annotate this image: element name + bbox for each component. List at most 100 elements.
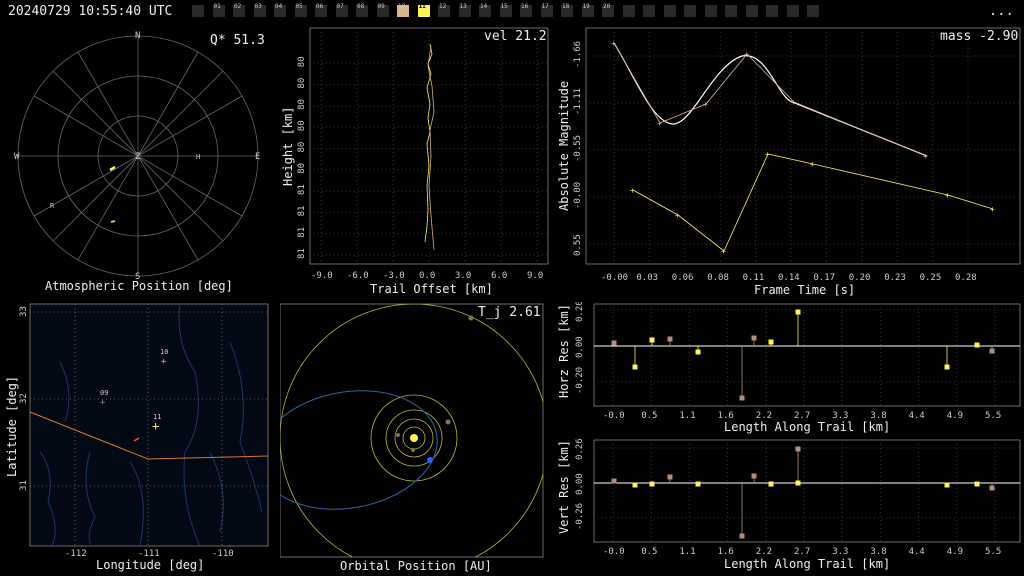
x-tick: 1.6 — [718, 547, 734, 557]
x-tick: 0.11 — [743, 273, 765, 283]
residual-point — [649, 481, 655, 487]
y-tick: 81 — [297, 184, 307, 195]
frame-button[interactable] — [704, 5, 717, 17]
horz-xlabel: Length Along Trail [km] — [724, 420, 890, 434]
velocity-label: vel 21.2 — [484, 29, 547, 44]
frame-button[interactable] — [807, 5, 819, 17]
frame-button[interactable]: 04 — [274, 3, 286, 17]
frame-button[interactable]: 03 — [253, 3, 266, 17]
dir-w: W — [14, 152, 20, 162]
orbit-panel: T_j 2.61 Orbital Position [AU] — [280, 303, 544, 573]
x-tick: 0.25 — [920, 273, 942, 283]
frame-button[interactable]: 19 — [581, 3, 594, 17]
frame-label: 14 — [480, 3, 488, 10]
y-tick: -0.20 — [575, 367, 585, 394]
planet-icon — [468, 315, 474, 321]
y-tick: -1.11 — [573, 88, 583, 115]
menu-button[interactable]: ... — [989, 3, 1014, 19]
frame-button[interactable] — [663, 5, 676, 17]
residual-point — [611, 340, 617, 346]
frame-button[interactable]: 18 — [561, 3, 573, 17]
x-tick: 9.0 — [527, 271, 543, 281]
x-tick: -3.0 — [383, 271, 405, 281]
frame-button[interactable]: 08 — [356, 3, 368, 17]
frame-button[interactable]: 20 — [602, 3, 614, 17]
frame-button[interactable]: 10 — [397, 3, 409, 17]
frame-button[interactable] — [643, 5, 655, 17]
frame-button[interactable]: 17 — [540, 3, 553, 17]
frame-button[interactable]: 02 — [233, 3, 245, 17]
frame-label: 11 — [418, 3, 426, 10]
y-tick: 31 — [19, 480, 29, 491]
x-tick: 2.2 — [756, 547, 772, 557]
frame-button[interactable] — [766, 5, 778, 17]
residual-point — [974, 481, 980, 487]
x-tick: 0.03 — [636, 273, 658, 283]
frame-button[interactable]: 16 — [520, 3, 532, 17]
map-ylabel: Latitude [deg] — [5, 376, 19, 477]
frame-label: 13 — [459, 3, 467, 10]
station-marker: + — [161, 357, 167, 367]
frame-button[interactable] — [622, 5, 635, 17]
frame-button[interactable] — [725, 5, 737, 17]
frame-button[interactable]: 14 — [479, 3, 491, 17]
y-tick: -1.66 — [573, 41, 583, 68]
frame-button[interactable]: 01 — [212, 3, 225, 17]
height-ylabel: Height [km] — [281, 107, 295, 186]
x-tick: 4.9 — [947, 547, 963, 557]
residual-point — [695, 349, 701, 355]
residual-point — [768, 481, 774, 487]
dir-e: E — [255, 152, 260, 162]
residual-point — [667, 336, 673, 342]
x-tick: 4.4 — [909, 411, 925, 421]
frame-label: 01 — [213, 3, 221, 10]
y-tick: 0.20 — [575, 302, 585, 322]
frame-label: 05 — [295, 3, 303, 10]
x-tick: 0.23 — [884, 273, 906, 283]
data-point: + — [611, 39, 616, 48]
y-tick: 81 — [297, 206, 307, 217]
x-tick: 0.14 — [778, 273, 800, 283]
frame-button[interactable]: 06 — [315, 3, 327, 17]
y-tick: 0.26 — [575, 438, 585, 460]
y-tick: 80 — [297, 163, 307, 174]
residual-point — [632, 364, 638, 370]
frame-button[interactable]: 15 — [499, 3, 512, 17]
x-tick: 0.17 — [813, 273, 835, 283]
frame-label: 09 — [377, 3, 385, 10]
magnitude-series — [613, 42, 927, 157]
frame-button[interactable] — [745, 5, 758, 17]
frame-button[interactable] — [684, 5, 696, 17]
planet-icon — [445, 419, 451, 425]
light-xlabel: Frame Time [s] — [754, 283, 855, 297]
tisserand-label: T_j 2.61 — [478, 305, 541, 320]
frame-button[interactable] — [786, 5, 799, 17]
planet-icon — [411, 448, 415, 452]
frame-label: 10 — [398, 3, 406, 10]
map-panel: 10 + 09 + 11 + -112 -111 -110333231 Longit… — [5, 303, 269, 572]
x-tick: -6.0 — [347, 271, 369, 281]
y-tick: 80 — [297, 120, 307, 131]
y-tick: 0.55 — [573, 234, 583, 256]
frame-button[interactable] — [192, 5, 204, 17]
lightcurve-panel: -0.00 0.03 0.06 0.08 0.11 0.14 0.17 0.20 0.23 0.2… — [557, 27, 1021, 297]
residual-point — [768, 339, 774, 345]
frame-label: 20 — [603, 3, 611, 10]
y-tick: -0.00 — [573, 182, 583, 209]
y-tick: 81 — [297, 248, 307, 259]
frame-button[interactable]: 05 — [294, 3, 307, 17]
x-tick: 0.5 — [641, 411, 657, 421]
residual-point — [667, 474, 673, 480]
frame-button[interactable]: 13 — [458, 3, 471, 17]
frame-button[interactable]: 09 — [376, 3, 389, 17]
x-tick: -112 — [65, 549, 87, 559]
x-tick: 1.1 — [679, 547, 695, 557]
station-mark: H — [196, 153, 200, 161]
frame-button[interactable]: 11 — [417, 3, 430, 17]
sun-icon — [410, 434, 418, 442]
residual-point — [974, 342, 980, 348]
vert-res-panel: -0.0 0.5 1.1 1.6 2.2 2.7 3.3 3.8 4.4 4.9 5.5 0.26 0.… — [557, 438, 1021, 571]
horz-res-panel: -0.0 0.5 1.1 1.6 2.2 2.7 3.3 3.8 4.4 4.9 5.50.200.… — [557, 302, 1021, 434]
frame-button[interactable]: 07 — [335, 3, 348, 17]
frame-button[interactable]: 12 — [438, 3, 450, 17]
